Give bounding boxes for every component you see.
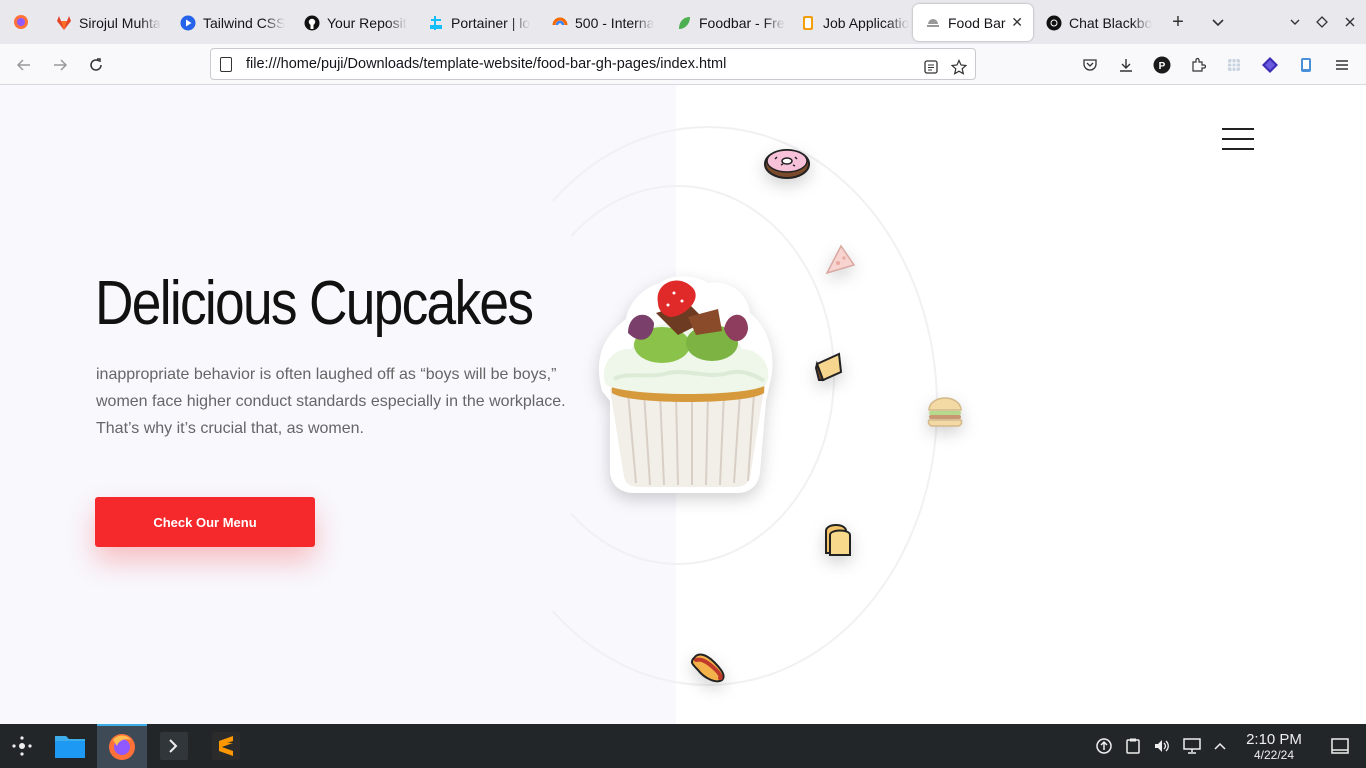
show-desktop-icon[interactable]: [1330, 737, 1350, 755]
tab-github[interactable]: Your Reposit: [292, 4, 416, 41]
reload-button[interactable]: [83, 52, 109, 78]
grid-extension-icon[interactable]: [1224, 55, 1244, 75]
document-icon: [800, 15, 816, 31]
hero-description: inappropriate behavior is often laughed …: [96, 366, 566, 437]
new-tab-button[interactable]: +: [1166, 10, 1190, 34]
file-manager-icon[interactable]: [45, 724, 95, 768]
hamburger-menu-icon[interactable]: [1222, 128, 1254, 150]
network-icon[interactable]: [1182, 737, 1202, 755]
food-icon: [925, 15, 941, 31]
tab-label: 500 - Interna: [575, 14, 655, 31]
tab-chat-blackbox[interactable]: Chat Blackbo: [1034, 4, 1158, 41]
diamond-icon: [1316, 16, 1328, 28]
reload-icon: [90, 58, 102, 71]
tab-label: Sirojul Muhta: [79, 14, 161, 31]
page-icon: [220, 56, 232, 72]
burger-icon: [927, 397, 963, 427]
pocket-icon[interactable]: [1080, 55, 1100, 75]
tab-label: Portainer | lo: [451, 14, 531, 31]
firefox-icon[interactable]: [97, 724, 147, 768]
web-page: Delicious Cupcakes inappropriate behavio…: [0, 85, 1366, 724]
sublime-text-icon[interactable]: [201, 724, 251, 768]
bookmark-star-icon[interactable]: [949, 57, 969, 77]
tab-grafana[interactable]: 500 - Interna: [540, 4, 664, 41]
firefox-view-button[interactable]: [0, 0, 42, 44]
minimize-button[interactable]: [1283, 10, 1307, 34]
address-bar[interactable]: file:///home/puji/Downloads/template-web…: [210, 48, 976, 80]
close-window-button[interactable]: [1338, 10, 1362, 34]
arrow-right-icon: [54, 59, 68, 71]
tab-portainer[interactable]: Portainer | lo: [416, 4, 540, 41]
tab-tailwind[interactable]: Tailwind CSS: [168, 4, 292, 41]
chevron-down-icon: [1212, 19, 1224, 27]
tab-gitlab[interactable]: Sirojul Muhta: [44, 4, 168, 41]
volume-icon[interactable]: [1152, 737, 1172, 755]
arrow-left-icon: [16, 59, 30, 71]
firefox-icon: [14, 15, 28, 29]
forward-button[interactable]: [47, 52, 73, 78]
layers-extension-icon[interactable]: [1260, 55, 1280, 75]
cupcake-image: [598, 276, 773, 493]
tab-foodbar-free[interactable]: Foodbar - Fre: [664, 4, 788, 41]
gitlab-icon: [56, 15, 72, 31]
clock-date[interactable]: 4/22/24: [1236, 748, 1312, 762]
bread-icon: [825, 524, 851, 556]
tab-label: Chat Blackbo: [1069, 14, 1153, 31]
terminal-icon[interactable]: [149, 724, 199, 768]
tab-food-bar[interactable]: Food Bar ✕: [913, 4, 1033, 41]
tab-label: Foodbar - Fre: [699, 14, 785, 31]
phone-extension-icon[interactable]: [1296, 55, 1316, 75]
navigation-toolbar: file:///home/puji/Downloads/template-web…: [0, 44, 1366, 85]
tab-strip: Sirojul Muhta Tailwind CSS Your Reposit …: [0, 0, 1366, 44]
clipboard-icon[interactable]: [1123, 737, 1143, 755]
donut-icon: [764, 149, 810, 179]
list-tabs-button[interactable]: [1206, 10, 1230, 34]
reader-view-icon[interactable]: [921, 57, 941, 77]
svg-text:P: P: [1159, 61, 1166, 72]
app-launcher-icon[interactable]: [0, 724, 44, 768]
tab-job-application[interactable]: Job Applicatio: [788, 4, 912, 41]
taskbar: 2:10 PM 4/22/24: [0, 724, 1366, 768]
url-text[interactable]: file:///home/puji/Downloads/template-web…: [246, 56, 726, 72]
check-menu-button[interactable]: Check Our Menu: [95, 497, 315, 547]
hero-title: Delicious Cupcakes: [95, 269, 534, 338]
chevron-up-icon[interactable]: [1210, 737, 1230, 755]
maximize-button[interactable]: [1310, 10, 1334, 34]
tab-label: Food Bar: [948, 14, 1006, 31]
profile-icon[interactable]: P: [1152, 55, 1172, 75]
close-icon[interactable]: ✕: [1011, 14, 1023, 31]
hotdog-icon: [690, 653, 725, 683]
play-icon: [180, 15, 196, 31]
blackbox-icon: [1046, 15, 1062, 31]
back-button[interactable]: [11, 52, 37, 78]
clock-time[interactable]: 2:10 PM: [1236, 731, 1312, 748]
extensions-icon[interactable]: [1188, 55, 1208, 75]
cake-slice-icon: [814, 352, 843, 382]
tab-label: Tailwind CSS: [203, 14, 286, 31]
tab-label: Your Reposit: [327, 14, 407, 31]
download-icon[interactable]: [1116, 55, 1136, 75]
portainer-icon: [428, 15, 444, 31]
close-icon: [1345, 17, 1355, 27]
github-icon: [304, 15, 320, 31]
update-notifier-icon[interactable]: [1094, 737, 1114, 755]
menu-icon[interactable]: [1332, 55, 1352, 75]
pizza-slice-icon: [825, 244, 856, 275]
chevron-down-icon: [1290, 19, 1300, 25]
tab-label: Job Applicatio: [823, 14, 910, 31]
leaf-icon: [676, 15, 692, 31]
grafana-icon: [552, 15, 568, 31]
